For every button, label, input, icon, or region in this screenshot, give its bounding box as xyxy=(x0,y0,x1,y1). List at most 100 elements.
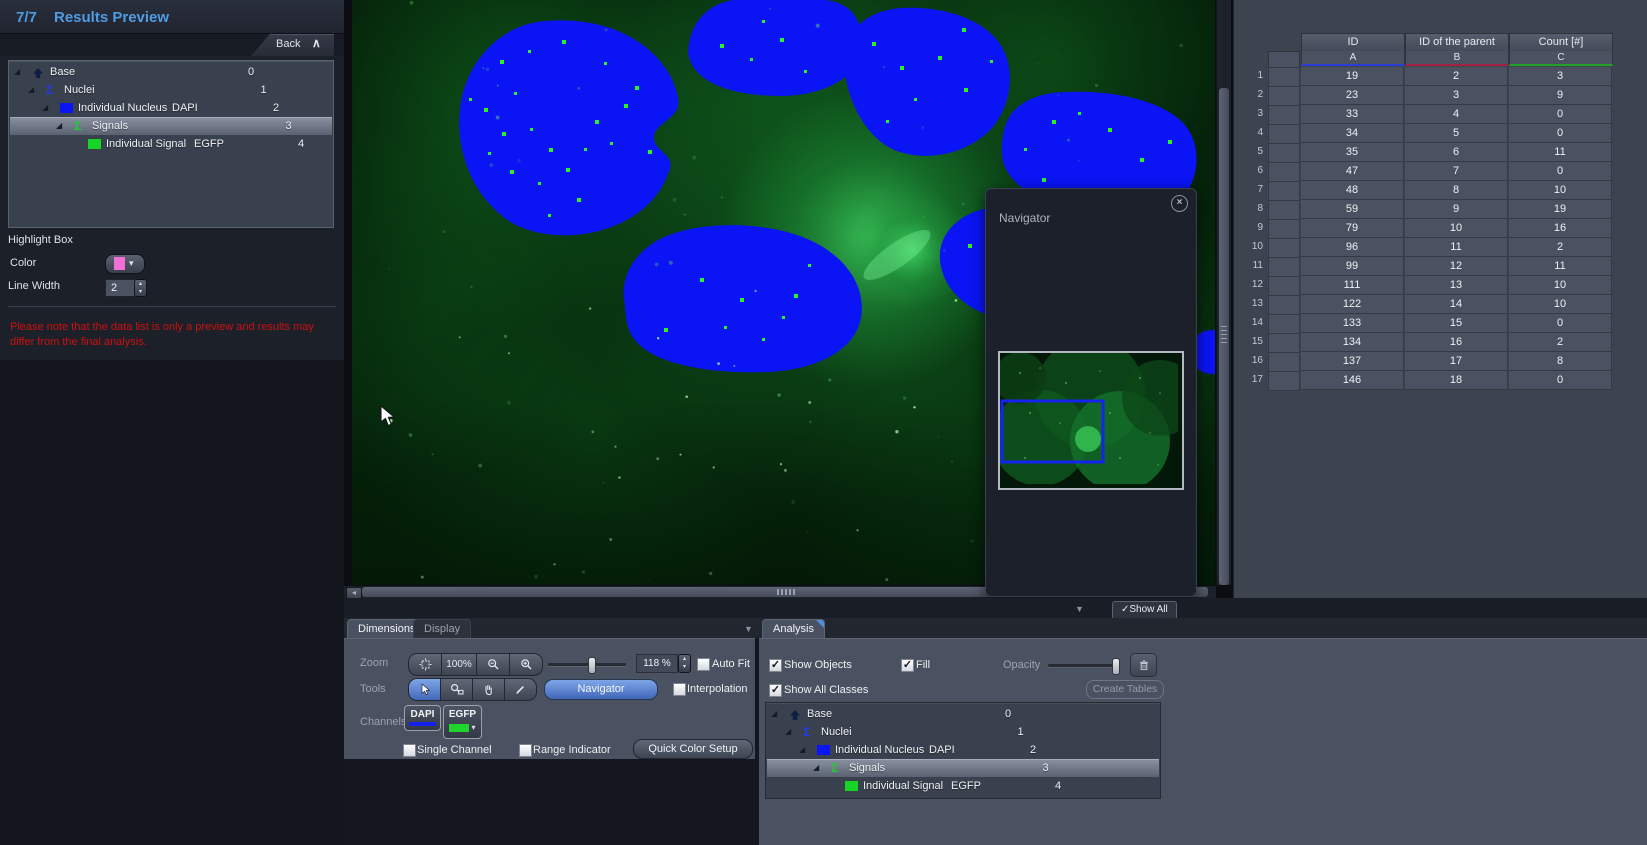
table-cell[interactable]: 8 xyxy=(1405,181,1508,200)
expander-icon[interactable]: ◢ xyxy=(785,723,791,741)
zoom-percent-input[interactable]: 118 % xyxy=(636,654,678,673)
zoom-in-button[interactable] xyxy=(510,654,542,675)
table-cell[interactable]: 146 xyxy=(1301,371,1404,390)
expander-icon[interactable]: ◢ xyxy=(56,117,62,135)
table-cell[interactable]: 134 xyxy=(1301,333,1404,352)
expander-icon[interactable]: ◢ xyxy=(813,759,819,777)
row-number[interactable]: 17 xyxy=(1241,371,1263,389)
band-a[interactable]: A xyxy=(1301,51,1405,66)
table-cell[interactable]: 0 xyxy=(1509,124,1612,143)
table-cell[interactable]: 0 xyxy=(1509,371,1612,390)
row-number[interactable]: 3 xyxy=(1241,105,1263,123)
fill-checkbox[interactable] xyxy=(901,659,914,672)
table-cell[interactable]: 9 xyxy=(1405,200,1508,219)
tab-display[interactable]: Display xyxy=(413,619,472,639)
table-cell[interactable]: 11 xyxy=(1509,257,1612,276)
show-all-classes-checkbox[interactable] xyxy=(769,684,782,697)
row-number[interactable]: 1 xyxy=(1241,67,1263,85)
row-selector[interactable] xyxy=(1268,257,1300,277)
band-b[interactable]: B xyxy=(1405,51,1509,66)
table-cell[interactable]: 23 xyxy=(1301,86,1404,105)
row-number[interactable]: 6 xyxy=(1241,162,1263,180)
table-cell[interactable]: 8 xyxy=(1509,352,1612,371)
channel-dapi-button[interactable]: DAPI xyxy=(404,705,441,731)
quick-color-setup-button[interactable]: Quick Color Setup xyxy=(633,739,753,759)
row-number[interactable]: 4 xyxy=(1241,124,1263,142)
zoom-slider[interactable] xyxy=(548,657,626,674)
table-cell[interactable]: 14 xyxy=(1405,295,1508,314)
navigator-button[interactable]: Navigator xyxy=(544,679,658,700)
table-cell[interactable]: 96 xyxy=(1301,238,1404,257)
table-cell[interactable]: 48 xyxy=(1301,181,1404,200)
table-cell[interactable]: 3 xyxy=(1509,67,1612,86)
expander-icon[interactable]: ◢ xyxy=(14,63,20,81)
picker-tool-button[interactable] xyxy=(505,679,536,700)
table-cell[interactable]: 35 xyxy=(1301,143,1404,162)
expander-icon[interactable]: ◢ xyxy=(28,81,34,99)
range-indicator-checkbox[interactable] xyxy=(519,744,532,757)
table-cell[interactable]: 137 xyxy=(1301,352,1404,371)
row-selector[interactable] xyxy=(1268,86,1300,106)
opacity-slider[interactable] xyxy=(1048,658,1120,675)
row-selector[interactable] xyxy=(1268,276,1300,296)
column-header-parent[interactable]: ID of the parent xyxy=(1405,33,1509,52)
zoom-100-button[interactable]: 100% xyxy=(442,654,477,675)
table-cell[interactable]: 59 xyxy=(1301,200,1404,219)
expander-icon[interactable]: ◢ xyxy=(771,705,777,723)
table-cell[interactable]: 17 xyxy=(1405,352,1508,371)
table-cell[interactable]: 19 xyxy=(1301,67,1404,86)
table-cell[interactable]: 16 xyxy=(1405,333,1508,352)
pane-collapse-icon[interactable]: ▼ xyxy=(744,624,753,634)
table-cell[interactable]: 133 xyxy=(1301,314,1404,333)
table-cell[interactable]: 7 xyxy=(1405,162,1508,181)
tree-row-base[interactable]: ◢ Base 0 xyxy=(10,63,332,81)
expander-icon[interactable]: ◢ xyxy=(42,99,48,117)
table-cell[interactable]: 10 xyxy=(1509,276,1612,295)
zoom-region-tool-button[interactable] xyxy=(441,679,473,700)
row-number[interactable]: 7 xyxy=(1241,181,1263,199)
table-cell[interactable]: 16 xyxy=(1509,219,1612,238)
delete-button[interactable] xyxy=(1130,653,1157,677)
table-cell[interactable]: 33 xyxy=(1301,105,1404,124)
row-selector[interactable] xyxy=(1268,143,1300,163)
table-cell[interactable]: 4 xyxy=(1405,105,1508,124)
table-cell[interactable]: 15 xyxy=(1405,314,1508,333)
auto-fit-checkbox[interactable] xyxy=(697,658,710,671)
table-cell[interactable]: 79 xyxy=(1301,219,1404,238)
row-selector[interactable] xyxy=(1268,181,1300,201)
table-cell[interactable]: 10 xyxy=(1509,295,1612,314)
row-number[interactable]: 16 xyxy=(1241,352,1263,370)
table-cell[interactable]: 99 xyxy=(1301,257,1404,276)
row-selector[interactable] xyxy=(1268,105,1300,125)
pan-tool-button[interactable] xyxy=(473,679,505,700)
table-cell[interactable]: 0 xyxy=(1509,314,1612,333)
zoom-percent-stepper[interactable]: ▴ ▾ xyxy=(678,654,691,673)
back-label[interactable]: Back xyxy=(276,38,300,50)
tree-row-individual-nucleus[interactable]: ◢ Individual Nucleus DAPI 2 xyxy=(10,99,332,117)
tree-row-signals[interactable]: ◢ Σ Signals 3 xyxy=(767,759,1159,777)
row-selector[interactable] xyxy=(1268,352,1300,372)
table-cell[interactable]: 0 xyxy=(1509,105,1612,124)
opacity-slider-thumb[interactable] xyxy=(1112,658,1120,675)
row-selector[interactable] xyxy=(1268,314,1300,334)
chevron-down-icon[interactable]: ▼ xyxy=(1075,604,1084,614)
select-tool-button[interactable] xyxy=(409,679,441,700)
table-cell[interactable]: 5 xyxy=(1405,124,1508,143)
table-cell[interactable]: 6 xyxy=(1405,143,1508,162)
row-selector[interactable] xyxy=(1268,295,1300,315)
table-cell[interactable]: 9 xyxy=(1509,86,1612,105)
row-number[interactable]: 15 xyxy=(1241,333,1263,351)
table-cell[interactable]: 122 xyxy=(1301,295,1404,314)
row-selector[interactable] xyxy=(1268,238,1300,258)
row-number[interactable]: 2 xyxy=(1241,86,1263,104)
table-cell[interactable]: 19 xyxy=(1509,200,1612,219)
vertical-scrollbar[interactable] xyxy=(1216,0,1231,585)
row-selector[interactable] xyxy=(1268,200,1300,220)
color-dropdown[interactable]: ▾ xyxy=(105,254,145,274)
show-objects-checkbox[interactable] xyxy=(769,659,782,672)
column-header-count[interactable]: Count [#] xyxy=(1509,33,1613,52)
tree-row-nuclei[interactable]: ◢ Σ Nuclei 1 xyxy=(10,81,332,99)
row-selector[interactable] xyxy=(1268,333,1300,353)
tree-row-base[interactable]: ◢ Base 0 xyxy=(767,705,1159,723)
close-icon[interactable]: × xyxy=(1171,195,1188,212)
